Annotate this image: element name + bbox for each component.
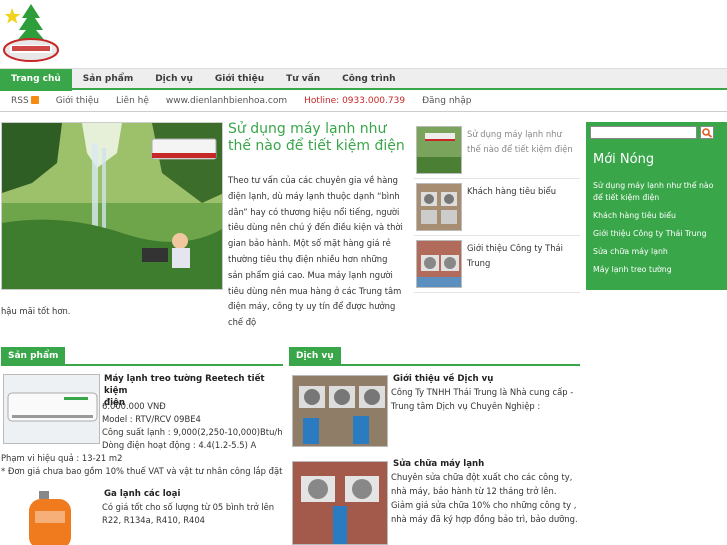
related-articles: Sử dụng máy lạnh như thế nào để tiết kiệ… xyxy=(414,122,580,293)
product-description: R22, R134a, R410, R404 xyxy=(102,515,205,525)
company-logo[interactable] xyxy=(0,0,62,64)
services-section-header: Dịch vụ xyxy=(289,347,580,366)
product-current: Dòng điện hoạt động : 4.4(1.2-5.5) A xyxy=(102,440,257,450)
article-thumbnail[interactable] xyxy=(416,126,462,174)
service-description: Công Ty TNHH Thái Trung là Nhà cung cấp … xyxy=(391,387,574,397)
product-range: Phạm vi hiệu quả : 13-21 m2 xyxy=(1,453,123,463)
hot-news-link[interactable]: Máy lạnh treo tường xyxy=(593,264,723,276)
featured-article-image[interactable] xyxy=(1,122,223,290)
article-thumbnail[interactable] xyxy=(416,240,462,288)
website-link[interactable]: www.dienlanhbienhoa.com xyxy=(166,96,287,106)
service-description: nhà máy, bảo hành từ 12 tháng trở lên. xyxy=(391,486,557,496)
list-item[interactable]: Sử dụng máy lạnh như thế nào để tiết kiệ… xyxy=(414,122,580,179)
search-input[interactable] xyxy=(590,126,697,139)
nav-services[interactable]: Dịch vụ xyxy=(144,69,204,91)
product-thumbnail[interactable] xyxy=(3,489,100,545)
hotline-text: Hotline: 0933.000.739 xyxy=(304,95,406,106)
nav-projects[interactable]: Công trình xyxy=(331,69,406,91)
featured-article-title[interactable]: Sử dụng máy lạnh như thế nào để tiết kiệ… xyxy=(228,121,408,155)
product-note: * Đơn giá chưa bao gồm 10% thuế VAT và v… xyxy=(1,466,283,476)
service-description: Trung tâm Dịch vụ Chuyên Nghiệp : xyxy=(391,401,541,411)
main-navigation: Trang chủ Sản phẩm Dịch vụ Giới thiệu Tư… xyxy=(0,68,727,91)
service-description: nhà máy đã ký hợp đồng bảo trì, bảo dưỡn… xyxy=(391,514,578,524)
hot-news-link[interactable]: Sử dụng máy lạnh như thế nào để tiết kiệ… xyxy=(593,180,723,204)
services-heading[interactable]: Dịch vụ xyxy=(289,347,341,366)
sub-navigation: RSS Giới thiệu Liên hệ www.dienlanhbienh… xyxy=(0,90,727,112)
product-price: 6.000.000 VNĐ xyxy=(102,401,166,411)
service-description: Chuyên sửa chữa đột xuất cho các công ty… xyxy=(391,472,573,482)
products-heading[interactable]: Sản phẩm xyxy=(1,347,66,366)
hot-news-title: Mới Nóng xyxy=(593,152,655,167)
product-title-line: Máy lạnh treo tường Reetech tiết kiệm xyxy=(104,374,265,396)
nav-consulting[interactable]: Tư vấn xyxy=(275,69,331,91)
hot-news-link[interactable]: Khách hàng tiêu biểu xyxy=(593,210,723,222)
contact-link[interactable]: Liên hệ xyxy=(116,96,149,106)
article-thumbnail[interactable] xyxy=(416,183,462,231)
featured-article-summary-end: hậu mãi tốt hơn. xyxy=(1,306,71,316)
hot-news-list: Sử dụng máy lạnh như thế nào để tiết kiệ… xyxy=(593,180,723,282)
article-link[interactable]: Khách hàng tiêu biểu xyxy=(467,184,577,199)
hot-news-panel: Mới Nóng Sử dụng máy lạnh như thế nào để… xyxy=(586,122,727,290)
service-title[interactable]: Giới thiệu về Dịch vụ xyxy=(393,373,573,385)
product-title[interactable]: Ga lạnh các loại xyxy=(104,488,274,500)
nav-home[interactable]: Trang chủ xyxy=(0,69,72,91)
nav-about[interactable]: Giới thiệu xyxy=(204,69,275,91)
service-thumbnail[interactable] xyxy=(292,375,388,447)
service-thumbnail[interactable] xyxy=(292,461,388,545)
nav-products[interactable]: Sản phẩm xyxy=(72,69,144,91)
search-icon xyxy=(702,128,713,138)
product-description: Có giá tốt cho số lượng từ 05 bình trở l… xyxy=(102,502,275,512)
about-link[interactable]: Giới thiệu xyxy=(56,96,99,106)
product-model: Model : RTV/RCV 09BE4 xyxy=(102,414,201,424)
article-link[interactable]: Sử dụng máy lạnh như thế nào để tiết kiệ… xyxy=(467,127,577,156)
rss-label: RSS xyxy=(11,95,29,106)
product-capacity: Công suất lạnh : 9,000(2,250-10,000)Btu/… xyxy=(102,427,283,437)
hot-news-link[interactable]: Sửa chữa máy lạnh xyxy=(593,246,723,258)
service-title[interactable]: Sửa chữa máy lạnh xyxy=(393,458,573,470)
products-section-header: Sản phẩm xyxy=(1,347,283,366)
search-button[interactable] xyxy=(700,126,714,139)
hot-news-link[interactable]: Giới thiệu Công ty Thái Trung xyxy=(593,228,723,240)
login-link[interactable]: Đăng nhập xyxy=(422,96,471,106)
product-thumbnail[interactable] xyxy=(3,374,100,444)
list-item[interactable]: Giới thiệu Công ty Thái Trung xyxy=(414,236,580,293)
rss-icon xyxy=(30,95,39,104)
rss-link[interactable]: RSS xyxy=(11,95,39,106)
service-description: Giảm giá sửa chữa 10% cho những công ty … xyxy=(391,500,577,510)
article-link[interactable]: Giới thiệu Công ty Thái Trung xyxy=(467,241,577,270)
list-item[interactable]: Khách hàng tiêu biểu xyxy=(414,179,580,236)
